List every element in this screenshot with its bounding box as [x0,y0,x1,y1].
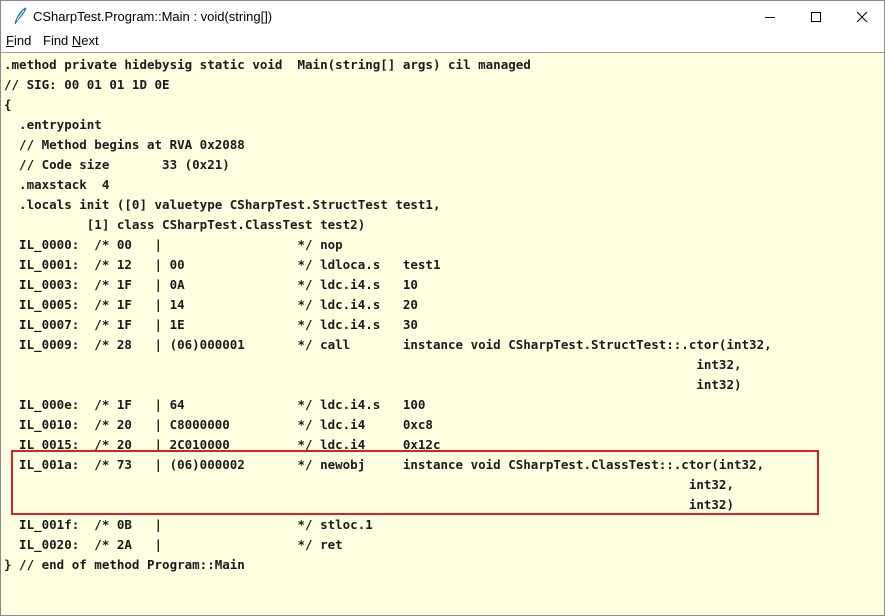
code-line: IL_0007: /* 1F | 1E */ ldc.i4.s 30 [4,317,418,332]
code-line: IL_000e: /* 1F | 64 */ ldc.i4.s 100 [4,397,426,412]
window-title: CSharpTest.Program::Main : void(string[]… [33,9,273,24]
code-line: IL_0009: /* 28 | (06)000001 */ call inst… [4,337,772,352]
menu-find-next-rest: ext [81,33,99,48]
minimize-button[interactable] [747,1,793,32]
code-line: // Code size 33 (0x21) [4,157,230,172]
code-line: IL_0003: /* 1F | 0A */ ldc.i4.s 10 [4,277,418,292]
menu-find-next-accel: N [71,33,82,48]
menu-bar: Find Find Next [1,32,884,52]
menu-find[interactable]: Find [6,33,31,48]
menu-find-next[interactable]: Find Next [43,33,99,48]
code-line: .entrypoint [4,117,102,132]
code-line: IL_001f: /* 0B | */ stloc.1 [4,517,373,532]
code-line: int32, [4,357,742,372]
code-line: // SIG: 00 01 01 1D 0E [4,77,170,92]
code-line: [1] class CSharpTest.ClassTest test2) [4,217,366,232]
minimize-icon [765,16,775,18]
code-line: IL_0010: /* 20 | C8000000 */ ldc.i4 0xc8 [4,417,433,432]
menu-find-accel: F [6,33,14,48]
menu-find-next-pre: Find [43,33,72,48]
code-line: int32) [4,377,742,392]
code-line: IL_0001: /* 12 | 00 */ ldloca.s test1 [4,257,441,272]
code-line: IL_0020: /* 2A | */ ret [4,537,343,552]
code-line: } // end of method Program::Main [4,557,245,572]
code-line: .locals init ([0] valuetype CSharpTest.S… [4,197,441,212]
red-highlight-box [11,450,819,515]
maximize-icon [811,11,821,22]
maximize-button[interactable] [793,1,839,32]
code-line: .method private hidebysig static void Ma… [4,57,531,72]
code-line: .maxstack 4 [4,177,110,192]
menu-find-rest: ind [13,33,32,48]
code-line: IL_0005: /* 1F | 14 */ ldc.i4.s 20 [4,297,418,312]
close-button[interactable] [839,1,885,32]
ildasm-quill-icon [11,7,29,25]
title-bar[interactable]: CSharpTest.Program::Main : void(string[]… [1,1,884,32]
il-disassembly-text[interactable]: .method private hidebysig static void Ma… [1,52,884,615]
code-line: // Method begins at RVA 0x2088 [4,137,245,152]
close-icon [856,11,868,22]
code-line: IL_0000: /* 00 | */ nop [4,237,343,252]
ildasm-method-window: CSharpTest.Program::Main : void(string[]… [0,0,885,616]
code-line: { [4,97,12,112]
